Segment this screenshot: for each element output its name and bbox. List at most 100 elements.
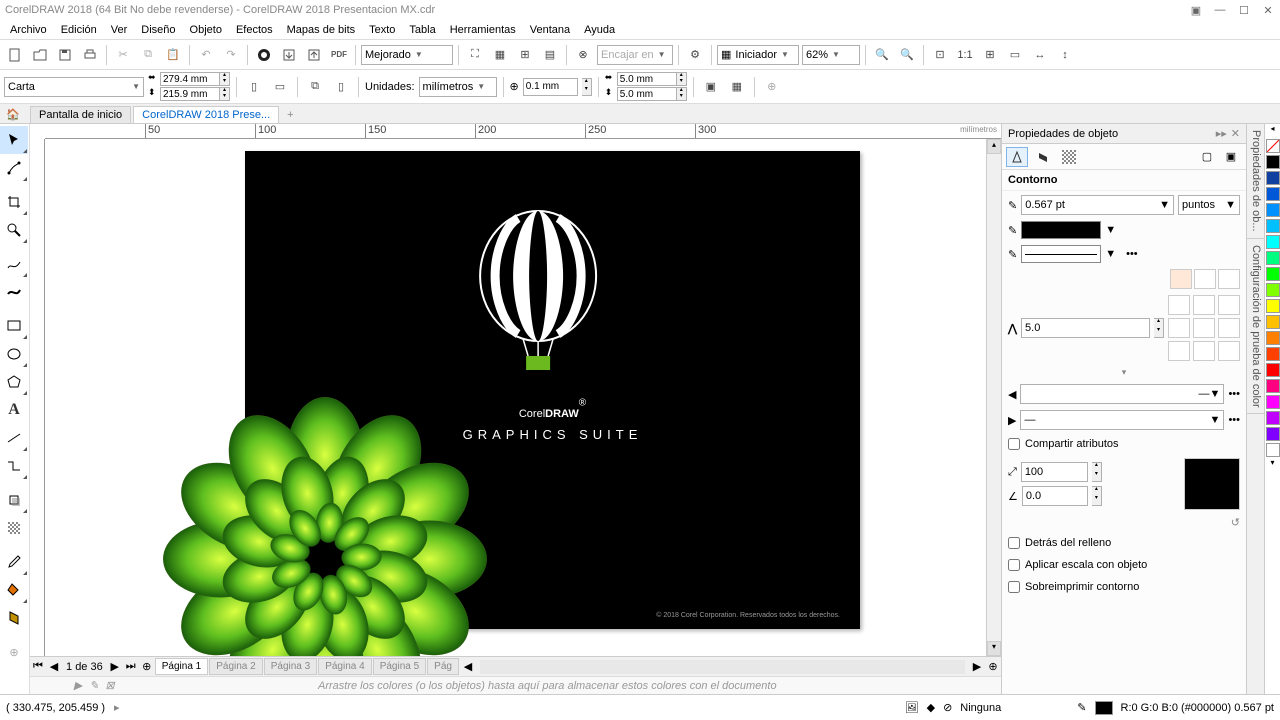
menu-mapas[interactable]: Mapas de bits [281, 22, 361, 38]
next-page-button[interactable]: ▶ [107, 659, 123, 675]
redo-button[interactable]: ↷ [220, 44, 242, 66]
freehand-tool[interactable] [0, 250, 28, 278]
zoom-tool[interactable] [0, 216, 28, 244]
ellipse-tool[interactable] [0, 340, 28, 368]
options-button[interactable]: ⚙ [684, 44, 706, 66]
page-tab-1[interactable]: Página 1 [155, 658, 208, 675]
arrow-end-combo[interactable]: —▼ [1020, 410, 1224, 430]
publish-pdf-button[interactable]: PDF [328, 44, 350, 66]
connector-tool[interactable] [0, 452, 28, 480]
miter-limit-input[interactable] [1021, 318, 1150, 338]
crop-tool[interactable] [0, 188, 28, 216]
palette-scroll-down[interactable]: ▾ [1265, 458, 1280, 472]
add-page-button[interactable]: ⊕ [139, 659, 155, 675]
portrait-button[interactable]: ▯ [243, 76, 265, 98]
behind-fill-checkbox[interactable] [1008, 537, 1020, 549]
open-button[interactable] [29, 44, 51, 66]
menu-texto[interactable]: Texto [363, 22, 401, 38]
palette-swatch[interactable] [1266, 267, 1280, 281]
menu-ventana[interactable]: Ventana [524, 22, 576, 38]
corner-bevel-button[interactable] [1218, 269, 1240, 289]
page-tab-3[interactable]: Página 3 [264, 658, 317, 675]
print-button[interactable] [79, 44, 101, 66]
palette-swatch[interactable] [1266, 187, 1280, 201]
color-proof-icon[interactable]: 🖼 [905, 701, 919, 714]
new-button[interactable] [4, 44, 26, 66]
cap-8[interactable] [1193, 341, 1215, 361]
outline-tab[interactable] [1006, 147, 1028, 167]
smart-fill-tool[interactable] [0, 604, 28, 632]
palette-flyout[interactable]: ◂ [1265, 124, 1280, 138]
page-width-input[interactable] [160, 72, 220, 86]
style-more-button[interactable]: ••• [1126, 248, 1138, 260]
export-button[interactable] [303, 44, 325, 66]
drop-shadow-tool[interactable] [0, 486, 28, 514]
expand-toolbox-button[interactable]: ⊕ [0, 638, 28, 666]
document-palette[interactable]: ▶✎⊠ Arrastre los colores (o los objetos)… [30, 676, 1001, 694]
copy-button[interactable]: ⧉ [137, 44, 159, 66]
page-preset-combo[interactable]: Carta▼ [4, 77, 144, 97]
all-pages-button[interactable]: ⧉ [304, 76, 326, 98]
undo-button[interactable]: ↶ [195, 44, 217, 66]
tab-document[interactable]: CorelDRAW 2018 Prese... [133, 106, 279, 123]
snap-off-button[interactable]: ⊗ [572, 44, 594, 66]
canvas-viewport[interactable]: CorelDRAW® GRAPHICS SUITE © 2018 Corel C… [45, 139, 986, 656]
menu-edicion[interactable]: Edición [55, 22, 103, 38]
import-button[interactable] [278, 44, 300, 66]
fullscreen-button[interactable]: ⛶ [464, 44, 486, 66]
scroll-tabs-right[interactable]: ▶ [969, 659, 985, 675]
zoom-width-button[interactable]: ↔ [1029, 44, 1051, 66]
horizontal-scrollbar[interactable] [480, 660, 965, 674]
view-quality-combo[interactable]: Mejorado▼ [361, 45, 453, 65]
add-preset-button[interactable]: ⊕ [761, 76, 783, 98]
arrow-start-combo[interactable]: —▼ [1020, 384, 1224, 404]
menu-ver[interactable]: Ver [105, 22, 134, 38]
menu-diseno[interactable]: Diseño [135, 22, 181, 38]
show-rulers-button[interactable]: ▦ [489, 44, 511, 66]
palette-swatch[interactable] [1266, 363, 1280, 377]
palette-swatch[interactable] [1266, 299, 1280, 313]
vertical-scrollbar[interactable]: ▴▾ [986, 139, 1001, 656]
palette-swatch[interactable] [1266, 283, 1280, 297]
corner-round-button[interactable] [1194, 269, 1216, 289]
eyedropper-tool[interactable] [0, 548, 28, 576]
page-height-input[interactable] [160, 87, 220, 101]
treat-as-filled-button[interactable]: ▣ [700, 76, 722, 98]
outline-width-combo[interactable]: 0.567 pt▼ [1021, 195, 1174, 215]
reset-nib-button[interactable]: ↺ [1231, 517, 1240, 529]
zoom-page-button[interactable]: ▭ [1004, 44, 1026, 66]
polygon-tool[interactable] [0, 368, 28, 396]
palette-swatch[interactable] [1266, 155, 1280, 169]
panel-collapse-button[interactable]: ▸▸ [1216, 127, 1227, 140]
zoom-out-button[interactable]: 🔍 [896, 44, 918, 66]
show-grid-button[interactable]: ⊞ [514, 44, 536, 66]
menu-objeto[interactable]: Objeto [184, 22, 228, 38]
vtab-color-proof[interactable]: Configuración de prueba de color [1247, 239, 1264, 415]
menu-efectos[interactable]: Efectos [230, 22, 279, 38]
cap-9[interactable] [1218, 341, 1240, 361]
rectangle-tool[interactable] [0, 312, 28, 340]
menu-herramientas[interactable]: Herramientas [444, 22, 522, 38]
menu-tabla[interactable]: Tabla [403, 22, 441, 38]
zoom-selection-button[interactable]: ⊡ [929, 44, 951, 66]
scroll-tabs-left[interactable]: ◀ [460, 659, 476, 675]
nib-angle-input[interactable] [1022, 486, 1088, 506]
palette-swatch[interactable] [1266, 395, 1280, 409]
zoom-height-button[interactable]: ↕ [1054, 44, 1076, 66]
outline-units-combo[interactable]: puntos▼ [1178, 195, 1240, 215]
cut-button[interactable]: ✂ [112, 44, 134, 66]
units-combo[interactable]: milímetros▼ [419, 77, 497, 97]
panel-mode-1[interactable]: ▢ [1196, 147, 1218, 167]
style-dropdown[interactable]: ▼ [1105, 248, 1116, 260]
palette-swatch[interactable] [1266, 331, 1280, 345]
nav-menu-button[interactable]: ⊕ [985, 659, 1001, 675]
cap-7[interactable] [1168, 341, 1190, 361]
outline-color-swatch[interactable] [1021, 221, 1101, 239]
parallel-dim-tool[interactable] [0, 424, 28, 452]
menu-archivo[interactable]: Archivo [4, 22, 53, 38]
search-content-button[interactable] [253, 44, 275, 66]
zoom-fit-button[interactable]: ⊞ [979, 44, 1001, 66]
zoom-all-button[interactable]: 1:1 [954, 44, 976, 66]
transparency-tab[interactable] [1058, 147, 1080, 167]
last-page-button[interactable]: ⏭ [123, 659, 139, 675]
